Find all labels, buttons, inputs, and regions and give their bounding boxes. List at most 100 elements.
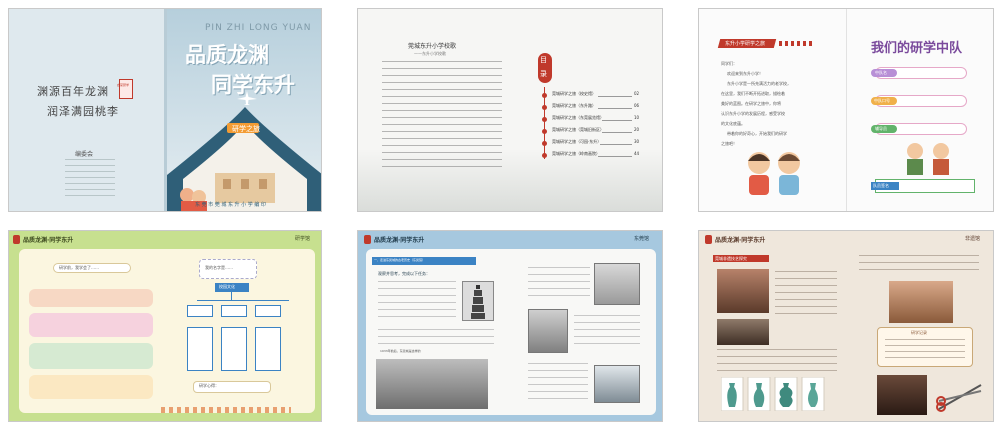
- toc-dot: [542, 153, 547, 158]
- question-text-block: [717, 349, 837, 371]
- intro-explorers-illustration: [907, 143, 949, 175]
- toc-item[interactable]: 莞城研学之旅（岭南画院） 44: [540, 151, 640, 161]
- page-tag: 非遗馆: [965, 236, 981, 242]
- toc-item-page: 06: [634, 103, 640, 108]
- footer-stripe: [161, 407, 291, 413]
- toc-item-page: 44: [634, 151, 640, 156]
- toc-item-label: 莞城研学之旅（可园·东升）: [552, 139, 602, 144]
- plane-icon: [237, 91, 257, 105]
- worksheet-panel-craft[interactable]: 品质龙渊·同学东升 非遗馆 莞城非遗技艺探究 研学记录: [698, 230, 994, 422]
- toc-leader: [598, 156, 632, 157]
- cover-badge-text: 研学之旅: [232, 125, 260, 133]
- intro-body-line: 欢迎来到东升小学！: [727, 71, 763, 76]
- intro-kids-illustration: [748, 152, 800, 195]
- toc-dot: [542, 105, 547, 110]
- question-text-block: [528, 267, 590, 301]
- toc-dot: [542, 93, 547, 98]
- toc-item[interactable]: 莞城研学之旅（东莞展览馆） 10: [540, 115, 640, 125]
- page-tag: 研学馆: [295, 236, 311, 242]
- toc-leader: [600, 144, 632, 145]
- note-card-text: 我的名字是……: [205, 265, 233, 270]
- cover-rooftop-illustration: [167, 107, 321, 211]
- intro-body-line: 带着你的好奇心，开始我们的研学: [727, 131, 787, 136]
- intro-panel[interactable]: 东升小学研学之旅 同学们： 欢迎来到东升小学！ 东升小学是一所充满活力的老学校，…: [698, 8, 994, 212]
- intro-greeting: 同学们：: [721, 61, 737, 66]
- intro-body-line: 在这里，我们不断开拓进取，描绘着: [721, 91, 785, 96]
- intro-side-title: 我们的研学中队: [871, 41, 963, 56]
- page-header: 品质龙渊·同学东升: [374, 237, 425, 244]
- intro-tag-label: 队员签名: [873, 183, 889, 188]
- intro-tag-label: 中队名: [875, 70, 887, 75]
- question-text-block: [859, 255, 979, 275]
- question-text-block: [775, 271, 837, 315]
- speech-bubble-text: 研学前，我学会了……: [59, 265, 99, 270]
- intro-body-line: 美好的蓝图。在研学之旅中，你将: [721, 101, 781, 106]
- intro-body-line: 东升小学是一所充满活力的老学校，: [727, 81, 791, 86]
- cover-seal-text: 启蒙研学: [117, 83, 130, 87]
- page-header: 品质龙渊·同学东升: [23, 237, 74, 244]
- toc-item-label: 莞城研学之旅（东莞展览馆）: [552, 115, 604, 120]
- toc-item[interactable]: 莞城研学之旅（莞城旧街区） 20: [540, 127, 640, 137]
- forge-photo: [877, 375, 927, 415]
- toc-item-page: 30: [634, 139, 640, 144]
- intro-tag-label: 辅导员: [875, 126, 887, 131]
- diagram-node[interactable]: [255, 305, 281, 317]
- diagram-connector: [197, 300, 289, 301]
- cover-credits-block: [65, 159, 115, 197]
- toc-item-label: 莞城研学之旅（东升路）: [552, 103, 596, 108]
- diagram-node[interactable]: [221, 305, 247, 317]
- song-score: [382, 61, 502, 171]
- toc-item[interactable]: 莞城研学之旅（可园·东升） 30: [540, 139, 640, 149]
- pagoda-icon: [471, 285, 485, 319]
- question-text-block: [528, 363, 588, 403]
- toc-item-label: 莞城研学之旅（校史馆）: [552, 91, 596, 96]
- task-card[interactable]: [29, 289, 153, 307]
- toc-item[interactable]: 莞城研学之旅（校史馆） 02: [540, 91, 640, 101]
- toc-panel[interactable]: 莞城东升小学校歌 ——东升小学校歌 目录 莞城研学之旅（校史馆） 02 莞城研学…: [357, 8, 663, 212]
- task-card[interactable]: [29, 375, 153, 399]
- cover-publisher: 东 莞 市 莞 城 东 升 小 学 编 印: [195, 202, 266, 208]
- cover-credits-title: 编委会: [75, 151, 94, 158]
- song-subtitle: ——东升小学校歌: [414, 51, 446, 56]
- intro-divider: [846, 9, 847, 211]
- diagram-node[interactable]: [187, 327, 213, 371]
- hands-photo: [889, 281, 953, 323]
- toc-dot: [542, 117, 547, 122]
- toc-item-label: 莞城研学之旅（莞城旧街区）: [552, 127, 604, 132]
- toc-dot: [542, 129, 547, 134]
- question-text-block: [574, 315, 640, 349]
- section-title: 一、走进东莞城的古老历史（东莞馆）: [374, 258, 426, 262]
- scroll-text: [885, 339, 965, 363]
- section-subtitle: 观察并思考，完成以下任务：: [378, 271, 430, 276]
- worksheet-panel-school[interactable]: 品质龙渊·同学东升 研学馆 研学前，我学会了…… 我的名字是…… 校园文化 研学…: [8, 230, 322, 422]
- page-header: 品质龙渊·同学东升: [715, 237, 766, 244]
- intro-tag-label: 中队口号: [874, 98, 890, 103]
- question-text-block: [378, 329, 494, 345]
- question-text-block: [378, 281, 456, 321]
- toc-item[interactable]: 莞城研学之旅（东升路） 06: [540, 103, 640, 113]
- task-card[interactable]: [29, 343, 153, 369]
- intro-banner-text: 东升小学研学之旅: [725, 41, 766, 47]
- task-card[interactable]: [29, 313, 153, 337]
- diagram-node[interactable]: [255, 327, 281, 371]
- scroll-title: 研学记录: [911, 330, 927, 335]
- cover-pinyin: PIN ZHI LONG YUAN: [205, 23, 312, 33]
- old-city-photo: [376, 359, 488, 409]
- diagram-node[interactable]: [221, 327, 247, 371]
- cover-panel[interactable]: PIN ZHI LONG YUAN 品质龙渊 同学东升 渊源百年龙渊 润泽满园桃…: [8, 8, 322, 212]
- street-photo: [528, 309, 568, 353]
- toc-leader: [598, 96, 632, 97]
- worksheet-panel-history[interactable]: 品质龙渊·同学东升 东莞馆 一、走进东莞城的古老历史（东莞馆） 观察并思考，完成…: [357, 230, 663, 422]
- diagram-title: 校园文化: [219, 284, 235, 289]
- toc-heading: 目录: [540, 56, 547, 78]
- intro-body-line: 的文化底蕴。: [721, 121, 745, 126]
- section-title: 莞城非遗技艺探究: [715, 256, 747, 261]
- craft-photo: [717, 269, 769, 313]
- page-tag: 东莞馆: [634, 236, 650, 242]
- toc-item-page: 02: [634, 91, 640, 96]
- cover-title-line1: 品质龙渊: [185, 42, 269, 67]
- scissors-icon: [936, 384, 982, 412]
- diagram-node[interactable]: [187, 305, 213, 317]
- river-photo: [594, 365, 640, 403]
- cover-poem-line1: 渊源百年龙渊: [37, 85, 109, 98]
